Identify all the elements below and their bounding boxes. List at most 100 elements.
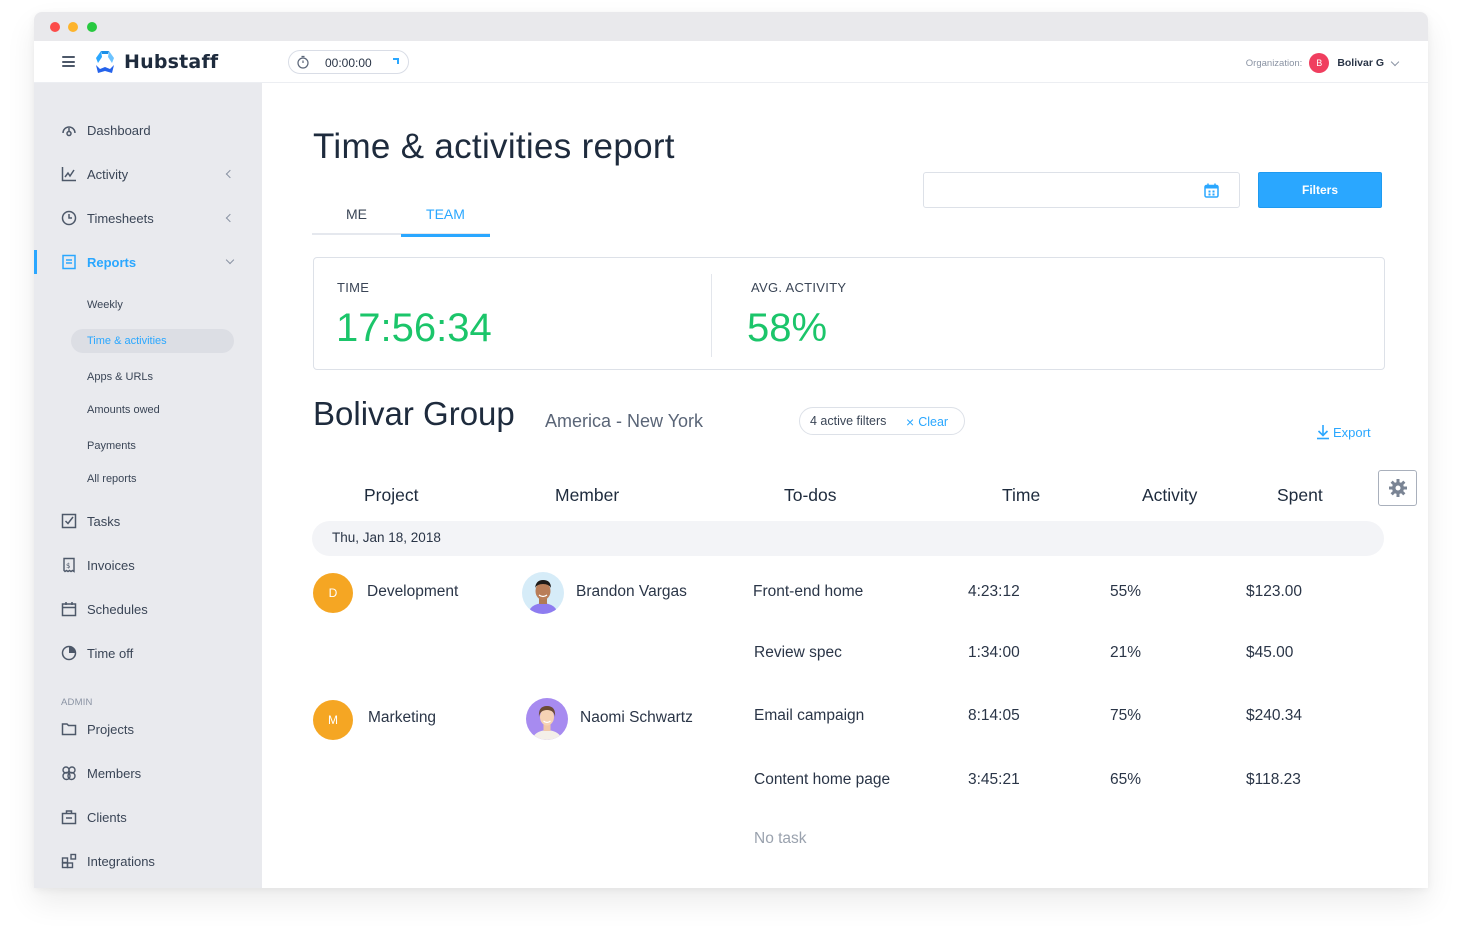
column-header-activity[interactable]: Activity: [1142, 485, 1197, 506]
gear-icon: [1388, 479, 1407, 497]
minimize-window-button[interactable]: [68, 22, 78, 32]
page-title: Time & activities report: [313, 127, 675, 166]
project-badge: D: [313, 573, 353, 613]
organization-avatar: B: [1309, 53, 1330, 73]
tab-team[interactable]: TEAM: [401, 193, 490, 237]
briefcase-icon: [61, 810, 77, 825]
timer-value: 00:00:00: [325, 56, 372, 70]
chevron-down-icon: [225, 255, 235, 265]
close-window-button[interactable]: [50, 22, 60, 32]
timer-start-icon[interactable]: [393, 58, 399, 64]
column-header-todos[interactable]: To-dos: [784, 485, 837, 506]
organization-name: Bolivar G: [1337, 57, 1384, 69]
sidebar-item-members[interactable]: Members: [34, 758, 262, 788]
sidebar-item-clients[interactable]: Clients: [34, 802, 262, 832]
sidebar-item-label: Activity: [87, 166, 129, 182]
sidebar-item-activity[interactable]: Activity: [34, 159, 262, 189]
todo-name[interactable]: Content home page: [754, 771, 890, 789]
menu-toggle-button[interactable]: [62, 56, 75, 67]
activity-value: 65%: [1110, 771, 1142, 788]
sidebar-subitem-apps-urls[interactable]: Apps & URLs: [71, 365, 234, 389]
todo-name[interactable]: Front-end home: [753, 583, 863, 601]
column-header-project[interactable]: Project: [364, 485, 418, 506]
sidebar-subitem-time-activities[interactable]: Time & activities: [71, 329, 234, 353]
active-filters-pill: 4 active filters × Clear: [799, 407, 965, 435]
time-value: 4:23:12: [968, 583, 1020, 600]
clock-icon: [61, 210, 77, 226]
table-settings-button[interactable]: [1378, 470, 1417, 506]
sidebar-item-dashboard[interactable]: Dashboard: [34, 115, 262, 145]
sidebar-item-integrations[interactable]: Integrations: [34, 846, 262, 876]
members-icon: [62, 766, 76, 781]
subitem-label: Apps & URLs: [87, 371, 154, 383]
sidebar-item-invoices[interactable]: $ Invoices: [34, 550, 262, 580]
project-name[interactable]: Development: [367, 583, 458, 601]
sidebar-item-label: Integrations: [87, 853, 155, 869]
todo-name[interactable]: Email campaign: [754, 707, 864, 725]
sidebar-item-timesheets[interactable]: Timesheets: [34, 203, 262, 233]
sidebar-item-label: Reports: [87, 254, 137, 270]
download-icon: [1317, 425, 1329, 440]
sidebar-subitem-amounts-owed[interactable]: Amounts owed: [71, 398, 234, 422]
active-filters-count: 4 active filters: [810, 414, 887, 428]
sidebar-item-label: Schedules: [87, 601, 148, 617]
export-label: Export: [1333, 424, 1371, 440]
maximize-window-button[interactable]: [87, 22, 97, 32]
subitem-label: Payments: [87, 440, 136, 452]
calendar-icon[interactable]: [1204, 183, 1219, 198]
checkbox-icon: [61, 513, 77, 529]
filters-button[interactable]: Filters: [1258, 172, 1382, 208]
sidebar-item-label: Invoices: [87, 557, 135, 573]
todo-name[interactable]: Review spec: [754, 644, 842, 662]
sidebar-item-label: Tasks: [87, 513, 121, 529]
organization-switcher[interactable]: Organization: B Bolivar G: [1245, 53, 1400, 73]
time-value: 1:34:00: [968, 644, 1020, 661]
project-badge: M: [313, 700, 353, 740]
sidebar-item-schedules[interactable]: Schedules: [34, 594, 262, 624]
sidebar-item-label: Dashboard: [87, 122, 151, 138]
timer-widget[interactable]: 00:00:00: [288, 50, 409, 74]
report-icon: [62, 254, 76, 270]
activity-chart-icon: [61, 167, 76, 182]
no-task-label: No task: [754, 830, 807, 847]
activity-value: 75%: [1110, 707, 1142, 724]
project-name[interactable]: Marketing: [368, 709, 436, 727]
sidebar-subitem-weekly[interactable]: Weekly: [71, 293, 234, 317]
avatar: [526, 698, 568, 740]
date-range-input[interactable]: [923, 172, 1240, 208]
column-header-time[interactable]: Time: [1002, 485, 1040, 506]
logo[interactable]: Hubstaff: [92, 49, 218, 75]
column-header-member[interactable]: Member: [555, 485, 619, 506]
sidebar-item-time-off[interactable]: Time off: [34, 638, 262, 668]
app-window: Hubstaff 00:00:00 Organization: B Boliva…: [34, 12, 1428, 888]
export-button[interactable]: Export: [1316, 424, 1371, 440]
clear-filters-button[interactable]: × Clear: [906, 413, 948, 430]
sidebar: Dashboard Activity Timesheets Reports We…: [34, 83, 262, 888]
chevron-left-icon: [225, 169, 235, 179]
close-icon: ×: [906, 414, 915, 430]
subitem-label: Amounts owed: [87, 404, 160, 416]
subitem-label: Time & activities: [87, 335, 167, 347]
group-timezone: America - New York: [545, 411, 704, 431]
sidebar-subitem-all-reports[interactable]: All reports: [71, 467, 234, 491]
activity-stat-value: 58%: [747, 306, 828, 350]
avatar: [522, 572, 564, 614]
column-header-spent[interactable]: Spent: [1277, 485, 1323, 506]
tab-me[interactable]: ME: [312, 193, 401, 235]
member-name[interactable]: Naomi Schwartz: [580, 709, 693, 727]
hubstaff-logo-icon: [96, 51, 114, 73]
organization-label: Organization:: [1245, 57, 1303, 69]
sidebar-item-reports[interactable]: Reports: [34, 247, 262, 277]
chevron-down-icon: [1390, 57, 1400, 66]
sidebar-item-label: Clients: [87, 809, 127, 825]
sidebar-item-projects[interactable]: Projects: [34, 714, 262, 744]
time-stat-label: TIME: [337, 280, 370, 295]
sidebar-subitem-payments[interactable]: Payments: [71, 434, 234, 458]
svg-text:$: $: [66, 562, 70, 570]
top-bar: Hubstaff 00:00:00 Organization: B Boliva…: [34, 41, 1428, 83]
member-name[interactable]: Brandon Vargas: [576, 583, 687, 601]
chevron-left-icon: [225, 213, 235, 223]
stats-divider: [711, 274, 712, 357]
sidebar-item-tasks[interactable]: Tasks: [34, 506, 262, 536]
pie-clock-icon: [61, 645, 77, 661]
